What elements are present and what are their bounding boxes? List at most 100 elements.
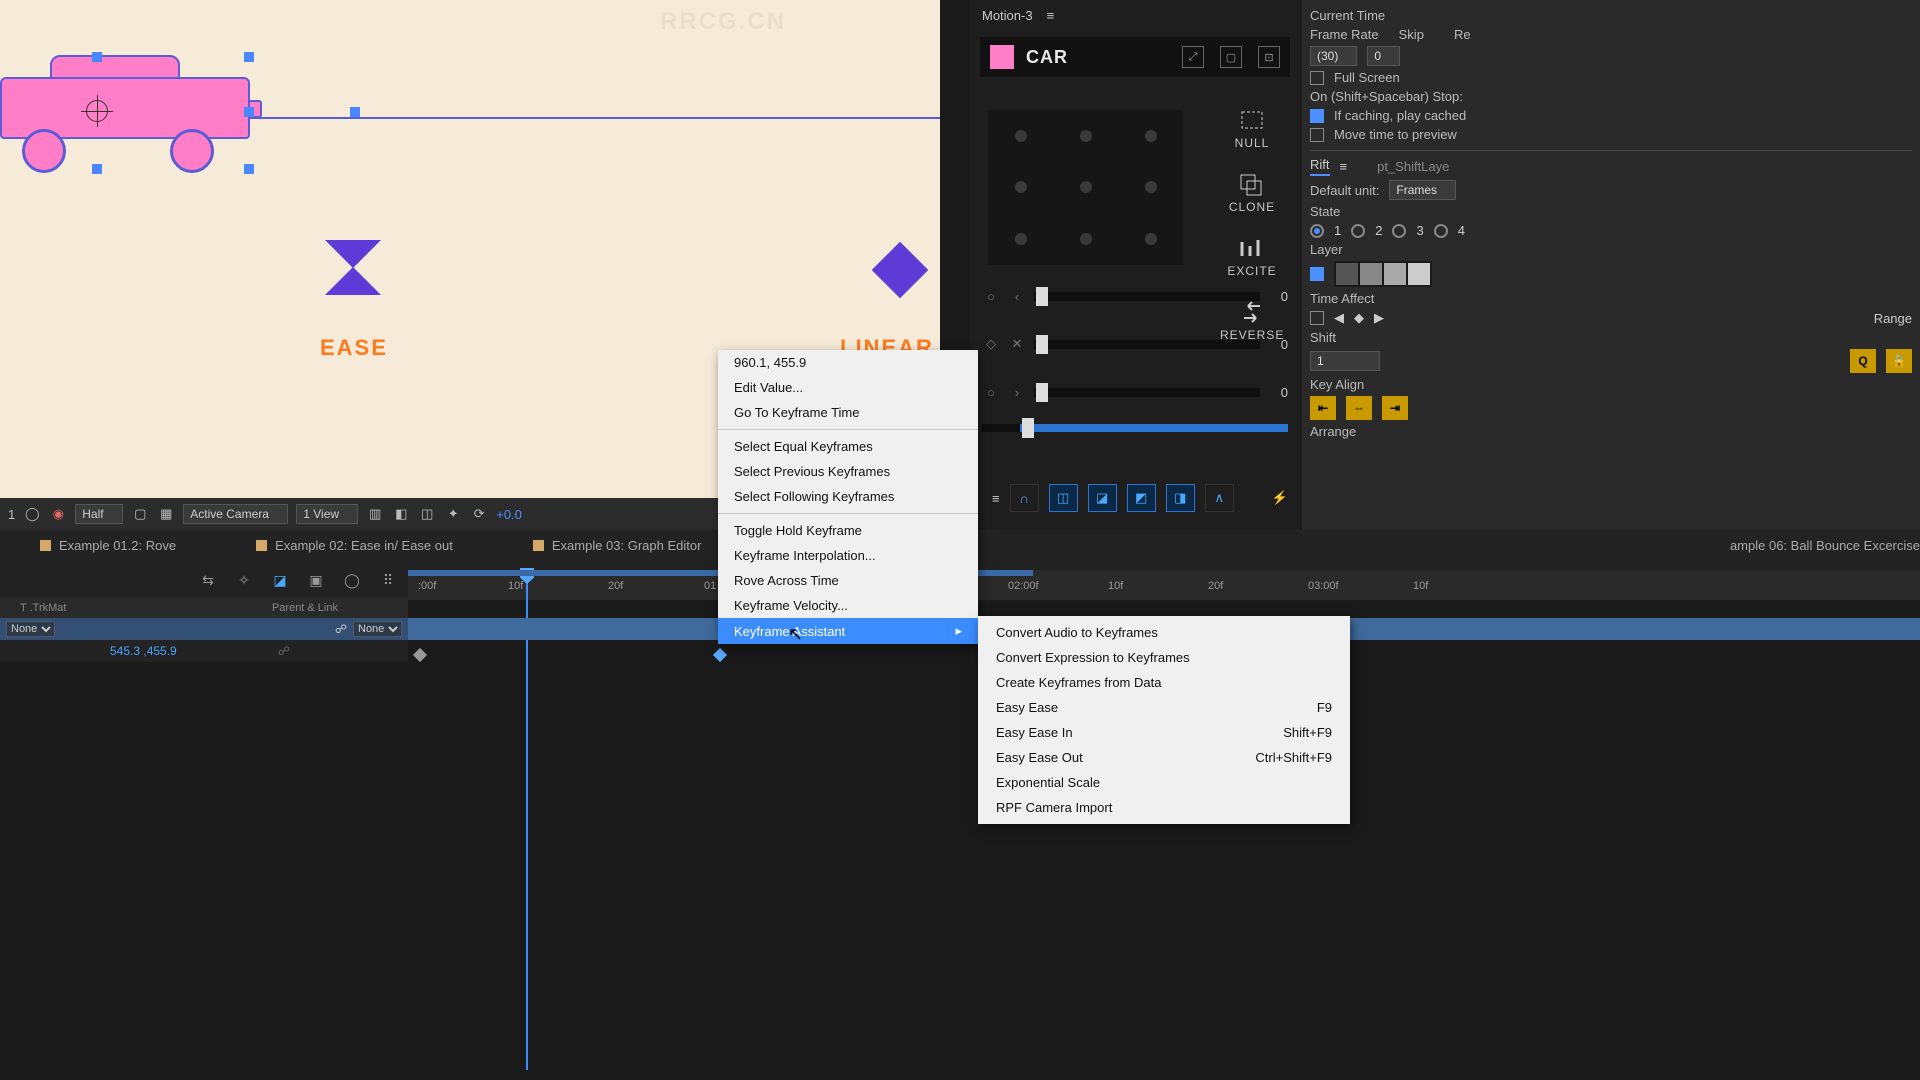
slider-3[interactable]: ○ › 0	[982, 374, 1288, 410]
ease-preset[interactable]: ◨	[1166, 484, 1195, 512]
chip-icon[interactable]: ▢	[1220, 46, 1242, 68]
keyframe-context-menu[interactable]: 960.1, 455.9 Edit Value... Go To Keyfram…	[718, 350, 978, 644]
comp-tab[interactable]: Example 01.2: Rove	[40, 538, 176, 553]
keyalign-btn[interactable]: ⇤	[1310, 396, 1336, 420]
exposure-value[interactable]: +0.0	[496, 507, 522, 522]
keyframe-selected[interactable]	[713, 648, 727, 662]
comp-tab[interactable]: ample 06: Ball Bounce Excercise	[1730, 538, 1920, 553]
submenu-item-easy-ease-in[interactable]: Easy Ease InShift+F9	[978, 720, 1350, 745]
roi-icon[interactable]: ▢	[131, 505, 149, 523]
layer-row[interactable]: None ☍ None	[0, 618, 408, 640]
position-values[interactable]: 545.3 ,455.9	[110, 644, 177, 658]
position-property-row[interactable]: 545.3 ,455.9 ☍	[0, 640, 408, 662]
menu-item[interactable]: Keyframe Velocity...	[718, 593, 978, 618]
selection-handle[interactable]	[244, 107, 254, 117]
skip-input[interactable]: 0	[1367, 46, 1400, 66]
excite-button[interactable]: EXCITE	[1220, 236, 1284, 278]
ease-preset[interactable]: ◫	[1049, 484, 1078, 512]
slider-1[interactable]: ○ ‹ 0	[982, 278, 1288, 314]
arrow-left-icon[interactable]: ‹	[1008, 289, 1026, 304]
submenu-item[interactable]: Exponential Scale	[978, 770, 1350, 795]
menu-item[interactable]: Select Previous Keyframes	[718, 459, 978, 484]
state-radio-1[interactable]	[1310, 224, 1324, 238]
rift-tab[interactable]: Rift	[1310, 157, 1330, 176]
motion-path-handle[interactable]	[350, 107, 360, 117]
arrow-left-icon[interactable]: ◀	[1334, 310, 1344, 326]
submenu-item-easy-ease-out[interactable]: Easy Ease OutCtrl+Shift+F9	[978, 745, 1350, 770]
pickwhip-icon[interactable]: ☍	[278, 644, 290, 658]
movetime-checkbox[interactable]	[1310, 128, 1324, 142]
layer-thumbs[interactable]	[1334, 261, 1432, 287]
bolt-icon[interactable]: ⚡	[1272, 490, 1288, 506]
time-ruler[interactable]: :00f 10f 20f 01 02:00f 10f 20f 03:00f 10…	[408, 570, 1920, 600]
defaultunit-select[interactable]: Frames	[1389, 180, 1456, 200]
tl-icon[interactable]: ✧	[230, 566, 258, 594]
hamburger-icon[interactable]: ≡	[1047, 8, 1055, 23]
submenu-item-easy-ease[interactable]: Easy EaseF9	[978, 695, 1350, 720]
grid-icon[interactable]: ▦	[157, 505, 175, 523]
selection-handle[interactable]	[92, 164, 102, 174]
tl-icon[interactable]: ⠿	[374, 566, 402, 594]
car-layer[interactable]	[0, 55, 260, 170]
ease-preset[interactable]: ∧	[1205, 484, 1234, 512]
channel-icon[interactable]: ◉	[49, 505, 67, 523]
range-slider[interactable]	[982, 414, 1288, 444]
keyframe[interactable]	[413, 648, 427, 662]
link-icon[interactable]: ☍	[335, 622, 347, 636]
shy-icon[interactable]: ◪	[266, 566, 294, 594]
selection-handle[interactable]	[92, 52, 102, 62]
slider-2[interactable]: ◇ ✕ 0	[982, 326, 1288, 362]
shiftlayer-tab[interactable]: pt_ShiftLaye	[1377, 159, 1449, 174]
keyalign-btn[interactable]: ⇥	[1382, 396, 1408, 420]
state-radio-2[interactable]	[1351, 224, 1365, 238]
keyframe-assistant-menu-item[interactable]: Keyframe Assistant	[718, 618, 978, 644]
fullscreen-checkbox[interactable]	[1310, 71, 1324, 85]
submenu-item[interactable]: RPF Camera Import	[978, 795, 1350, 820]
menu-item[interactable]: Go To Keyframe Time	[718, 400, 978, 425]
menu-item[interactable]: Select Following Keyframes	[718, 484, 978, 509]
anchor-point-icon[interactable]	[86, 100, 108, 122]
icon3[interactable]: ◫	[418, 505, 436, 523]
parent-select[interactable]: None	[353, 621, 402, 637]
anchor-point-grid[interactable]	[988, 110, 1183, 265]
shift-input[interactable]	[1310, 351, 1380, 371]
close-icon[interactable]: ✕	[1008, 336, 1026, 352]
trkmat-select[interactable]: None	[6, 621, 55, 637]
layer-checkbox[interactable]	[1310, 267, 1324, 281]
submenu-item[interactable]: Convert Audio to Keyframes	[978, 620, 1350, 645]
ease-preset[interactable]: ∩	[1010, 484, 1039, 512]
hamburger-icon[interactable]: ≡	[1340, 159, 1348, 174]
keyalign-btn[interactable]: ⇔	[1346, 396, 1372, 420]
keyframe-assistant-submenu[interactable]: Convert Audio to Keyframes Convert Expre…	[978, 616, 1350, 824]
menu-item[interactable]: Toggle Hold Keyframe	[718, 518, 978, 543]
comp-tab[interactable]: Example 03: Graph Editor	[533, 538, 702, 553]
ease-preset[interactable]: ◪	[1088, 484, 1117, 512]
comp-tab[interactable]: Example 02: Ease in/ Ease out	[256, 538, 453, 553]
tl-icon[interactable]: ▣	[302, 566, 330, 594]
playhead[interactable]	[526, 570, 528, 1070]
snapshot-icon[interactable]: ◯	[23, 505, 41, 523]
resolution-dropdown[interactable]: Half	[75, 504, 123, 524]
tl-icon[interactable]: ⇆	[194, 566, 222, 594]
submenu-item[interactable]: Convert Expression to Keyframes	[978, 645, 1350, 670]
hamburger-icon[interactable]: ≡	[992, 491, 1000, 506]
selection-handle[interactable]	[244, 52, 254, 62]
framerate-select[interactable]: (30)	[1310, 46, 1357, 66]
selection-handle[interactable]	[244, 164, 254, 174]
state-radio-4[interactable]	[1434, 224, 1448, 238]
tl-icon[interactable]: ◯	[338, 566, 366, 594]
arrow-right-icon[interactable]: ▶	[1374, 310, 1384, 326]
menu-item[interactable]: Keyframe Interpolation...	[718, 543, 978, 568]
lock-button[interactable]: 🔒	[1886, 349, 1912, 373]
menu-item[interactable]: Edit Value...	[718, 375, 978, 400]
icon5[interactable]: ⟳	[470, 505, 488, 523]
timeaffect-checkbox[interactable]	[1310, 311, 1324, 325]
submenu-item[interactable]: Create Keyframes from Data	[978, 670, 1350, 695]
icon4[interactable]: ✦	[444, 505, 462, 523]
clone-button[interactable]: CLONE	[1220, 172, 1284, 214]
menu-item[interactable]: Select Equal Keyframes	[718, 434, 978, 459]
null-button[interactable]: NULL	[1220, 108, 1284, 150]
icon1[interactable]: ▥	[366, 505, 384, 523]
views-dropdown[interactable]: 1 View	[296, 504, 358, 524]
state-radio-3[interactable]	[1392, 224, 1406, 238]
